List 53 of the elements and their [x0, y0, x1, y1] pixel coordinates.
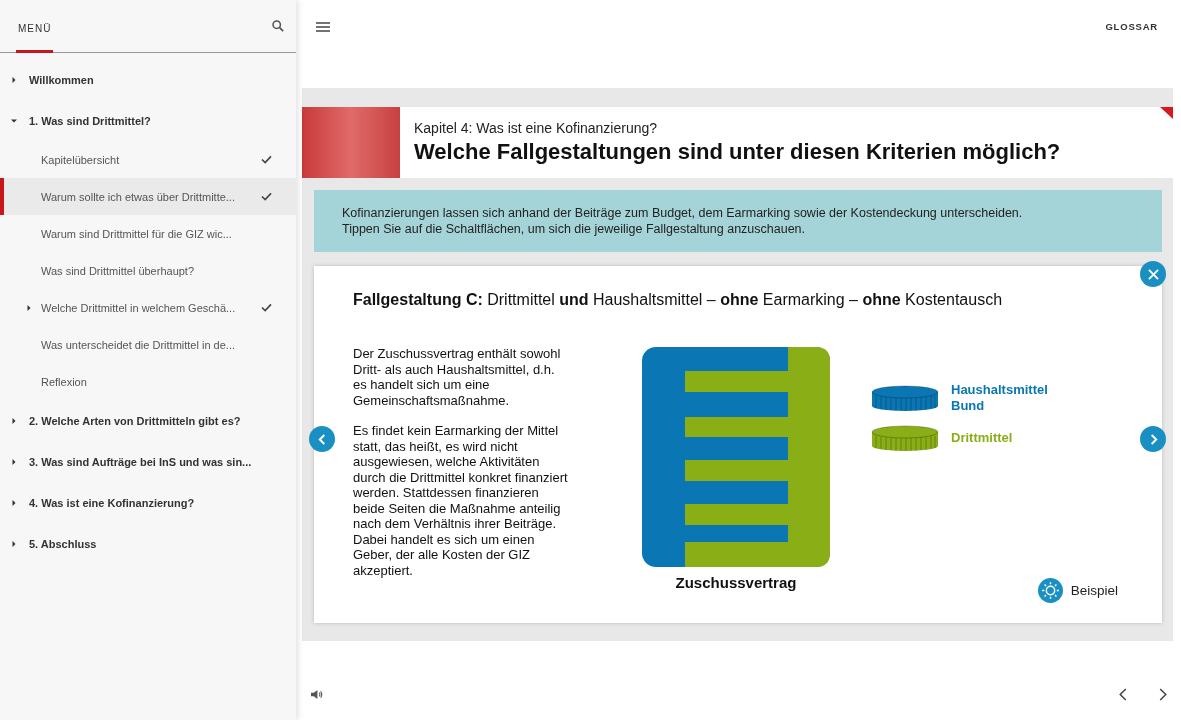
chapter-item[interactable]: 5. Abschluss [29, 537, 97, 550]
next-page-icon[interactable] [1159, 687, 1167, 701]
speaker-icon[interactable] [310, 688, 323, 700]
chevron-left-icon [317, 433, 327, 445]
case-paragraph: Es findet kein Earmarking der Mittel statt, das heißt, es wird nicht ausgewiesen, welche Aktivitäten durch die Drittmittel konkret finanziert werden. Stattdessen finanzieren beide Seiten die Maßnahme anteilig nach dem Verhältnis ihrer Beiträge. Dabei handelt es sich um einen Geber, der alle Kosten der GIZ akzeptiert. [353, 423, 569, 578]
caret-right-icon[interactable] [11, 76, 17, 83]
lesson-title: Reflexion [41, 375, 88, 388]
lesson-title: Warum sind Drittmittel für die GIZ wic... [41, 227, 233, 240]
caret-down-icon[interactable] [11, 117, 17, 124]
chapter-item[interactable]: 3. Was sind Aufträge bei InS und was sin... [29, 455, 252, 468]
close-icon [1147, 268, 1159, 280]
caret-right-icon[interactable] [11, 499, 17, 506]
lesson-item[interactable]: Warum sollte ich etwas über Drittmitte... [0, 178, 296, 215]
case-heading: Fallgestaltung C: Drittmittel und Haushaltsmittel – ohne Earmarking – ohne Kostentausch [353, 291, 1004, 309]
lesson-item[interactable]: Warum sind Drittmittel für die GIZ wic... [0, 215, 296, 252]
chapter-item[interactable]: 4. Was ist eine Kofinanzierung? [29, 496, 195, 509]
menu-icon[interactable] [316, 21, 330, 32]
chapter-title: Kapitel 4: Was ist eine Kofinanzierung? [414, 120, 659, 136]
lesson-title: Was sind Drittmittel überhaupt? [41, 264, 196, 277]
example-button[interactable]: Beispiel [1037, 578, 1118, 603]
chevron-right-icon [1148, 433, 1158, 445]
chapter-item[interactable]: Willkommen [29, 73, 94, 86]
caret-right-icon[interactable] [26, 304, 32, 311]
next-button[interactable] [1140, 426, 1166, 452]
info-text: Tippen Sie auf die Schaltflächen, um sich die jeweilige Fallgestaltung anzuschauen. [342, 221, 806, 237]
lesson-title: Was unterscheidet die Drittmittel in de... [41, 338, 236, 351]
lesson-item[interactable]: Was sind Drittmittel überhaupt? [0, 252, 296, 289]
lesson-title: Warum sollte ich etwas über Drittmitte... [41, 190, 236, 203]
corner-marker [1160, 107, 1173, 119]
lesson-item[interactable]: Reflexion [0, 363, 296, 400]
diagram-caption: Zuschussvertrag [675, 574, 797, 591]
lesson-item[interactable]: Kapitelübersicht [0, 141, 296, 178]
search-icon[interactable] [272, 20, 284, 32]
lesson-title: Kapitelübersicht [41, 153, 121, 166]
previous-page-icon[interactable] [1119, 687, 1127, 701]
caret-right-icon[interactable] [11, 458, 17, 465]
info-text: Kofinanzierungen lassen sich anhand der Beiträge zum Budget, dem Earmarking sowie der Kostendeckung unterscheiden. [342, 205, 1024, 221]
glossary-link[interactable]: GLOSSAR [1105, 21, 1158, 32]
sun-icon [1037, 578, 1063, 603]
menu-tab[interactable]: MENÜ [16, 3, 54, 53]
caret-right-icon[interactable] [11, 417, 17, 424]
legend-label: Haushaltsmittel Bund [951, 382, 1049, 414]
lesson-title: Welche Drittmittel in welchem Geschä... [41, 301, 237, 314]
lesson-item[interactable]: Was unterscheidet die Drittmittel in de... [0, 326, 296, 363]
chapter-item[interactable]: 2. Welche Arten von Drittmitteln gibt es? [29, 414, 241, 427]
close-button[interactable] [1140, 261, 1166, 287]
case-paragraph: Der Zuschussvertrag enthält sowohl Dritt- als auch Haushaltsmittel, d.h. es handelt sich um eine Gemeinschaftsmaßnahme. [353, 346, 562, 408]
slide-title: Welche Fallgestaltungen sind unter diesen Kriterien möglich? [414, 139, 1061, 165]
lesson-item[interactable]: Welche Drittmittel in welchem Geschä... [0, 289, 296, 326]
legend-label: Drittmittel [951, 430, 1014, 446]
caret-right-icon[interactable] [11, 540, 17, 547]
chapter-item[interactable]: 1. Was sind Drittmittel? [29, 114, 151, 127]
previous-button[interactable] [309, 426, 335, 452]
